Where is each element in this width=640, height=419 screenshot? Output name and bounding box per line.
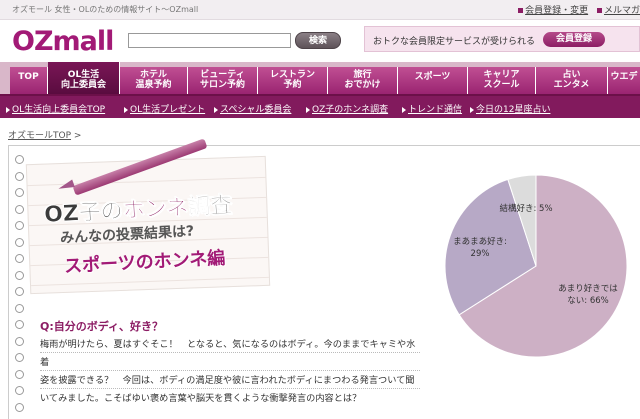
main-nav: TOP OL生活 向上委員会 ホテル 温泉予約 ビューティ サロン予約 レストラン 予約…	[0, 62, 640, 94]
square-bullet-icon	[596, 8, 602, 13]
arrow-right-icon	[124, 106, 128, 113]
top-bar: オズモール 女性・OLのための情報サイト～OZmall 会員登録・変更 メルマガ	[0, 0, 640, 20]
member-promo: おトクな会員限定サービスが受けられる 会員登録	[364, 26, 640, 52]
arrow-right-icon	[306, 106, 310, 113]
binder-hole-icon	[15, 171, 24, 181]
subnav-ol-top[interactable]: OL生活向上委員会TOP	[6, 102, 105, 115]
member-register-button[interactable]: 会員登録	[543, 32, 605, 47]
binder-hole-icon	[15, 270, 24, 280]
body-line: 梅雨が明けたら、夏はすぐそこ！ となると、気になるのはボディ。今のままでキャミや…	[40, 339, 416, 368]
square-bullet-icon	[518, 8, 524, 13]
search-input[interactable]	[128, 33, 291, 48]
arrow-right-icon	[470, 106, 474, 113]
divider	[40, 352, 420, 353]
subnav-special[interactable]: スペシャル委員会	[214, 102, 291, 115]
ozmall-logo[interactable]: OZmall	[12, 26, 114, 57]
question-heading: Q:自分のボディ、好き？	[40, 320, 163, 333]
binder-hole-icon	[15, 254, 24, 263]
subnav-present[interactable]: OL生活プレゼント	[124, 102, 205, 115]
binder-hole-icon	[15, 237, 24, 247]
binder-hole-icon	[15, 320, 24, 329]
breadcrumb: オズモールTOP >	[8, 131, 82, 141]
nav-top[interactable]: TOP	[10, 67, 48, 94]
pie-label-not-much: あまり好きでは ない: 66%	[558, 284, 618, 306]
arrow-right-icon	[6, 106, 10, 113]
nav-sports[interactable]: スポーツ	[398, 67, 468, 94]
binder-hole-icon	[15, 287, 24, 296]
binder-hole-icon	[15, 402, 24, 412]
subnav-horoscope[interactable]: 今日の12星座占い	[470, 102, 550, 115]
arrow-right-icon	[214, 106, 218, 113]
register-link[interactable]: 会員登録・変更	[518, 6, 588, 16]
pie-chart	[444, 174, 628, 358]
nav-wedding[interactable]: ウエデ	[608, 67, 640, 94]
top-links: 会員登録・変更 メルマガ	[512, 3, 640, 16]
nav-beauty[interactable]: ビューティ サロン予約	[188, 67, 258, 94]
nav-travel[interactable]: 旅行 おでかけ	[328, 67, 398, 94]
binder-hole-icon	[15, 188, 24, 197]
pie-label-very: 結構好き: 5%	[499, 204, 553, 214]
sub-nav: OL生活向上委員会TOP OL生活プレゼント スペシャル委員会 OZ子のホンネ調…	[0, 94, 640, 118]
nav-career[interactable]: キャリア スクール	[468, 67, 536, 94]
binder-hole-icon	[15, 303, 24, 313]
notebook-holes	[15, 155, 25, 419]
binder-hole-icon	[15, 155, 24, 164]
breadcrumb-top-link[interactable]: オズモールTOP	[8, 131, 71, 141]
divider	[40, 370, 420, 371]
search-button[interactable]: 検索	[295, 32, 341, 49]
nav-restaurant[interactable]: レストラン 予約	[258, 67, 328, 94]
binder-hole-icon	[15, 353, 24, 362]
promo-text: おトクな会員限定サービスが受けられる	[373, 37, 536, 47]
binder-hole-icon	[15, 386, 24, 395]
body-line: いてみました。こそばゆい褒め言葉や脳天を貫くような衝撃発言の内容とは？	[40, 393, 362, 404]
pie-label-somewhat: まあまあ好き: 29%	[453, 237, 507, 259]
divider	[40, 388, 420, 389]
nav-ol-life[interactable]: OL生活 向上委員会	[48, 62, 120, 94]
arrow-right-icon	[402, 106, 406, 113]
nav-fortune[interactable]: 占い エンタメ	[536, 67, 608, 94]
binder-hole-icon	[15, 204, 24, 214]
article-body: 梅雨が明けたら、夏はすぐそこ！ となると、気になるのはボディ。今のままでキャミや…	[40, 336, 420, 408]
binder-hole-icon	[15, 221, 24, 230]
binder-hole-icon	[15, 336, 24, 346]
subnav-trend[interactable]: トレンド通信	[402, 102, 462, 115]
newsletter-link[interactable]: メルマガ	[596, 6, 640, 16]
site-tagline: オズモール 女性・OLのための情報サイト～OZmall	[12, 5, 199, 14]
binder-hole-icon	[15, 369, 24, 379]
nav-hotel[interactable]: ホテル 温泉予約	[120, 67, 188, 94]
subnav-honne[interactable]: OZ子のホンネ調査	[306, 102, 388, 115]
